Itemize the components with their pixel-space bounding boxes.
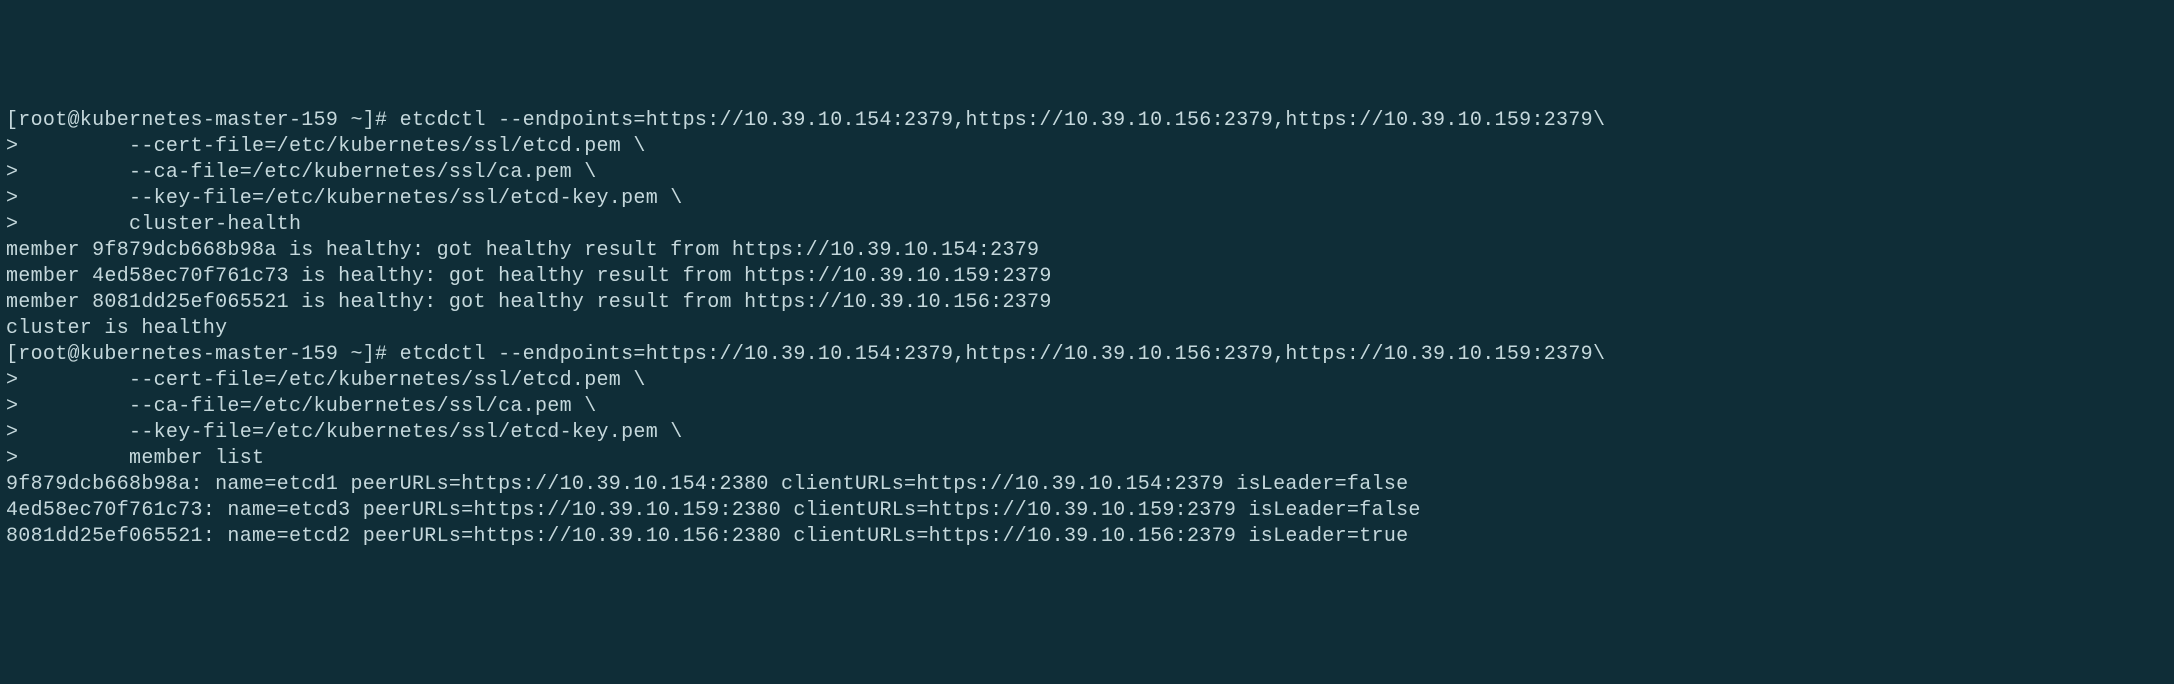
terminal-line-output: 9f879dcb668b98a: name=etcd1 peerURLs=htt…	[6, 472, 2168, 498]
terminal-output[interactable]: [root@kubernetes-master-159 ~]# etcdctl …	[6, 108, 2168, 550]
terminal-line-continuation: > --ca-file=/etc/kubernetes/ssl/ca.pem \	[6, 160, 2168, 186]
terminal-line-continuation: > member list	[6, 446, 2168, 472]
terminal-line-output: member 8081dd25ef065521 is healthy: got …	[6, 290, 2168, 316]
terminal-line-output: 8081dd25ef065521: name=etcd2 peerURLs=ht…	[6, 524, 2168, 550]
terminal-line-continuation: > --cert-file=/etc/kubernetes/ssl/etcd.p…	[6, 368, 2168, 394]
terminal-line-continuation: > cluster-health	[6, 212, 2168, 238]
terminal-line-command-prompt: [root@kubernetes-master-159 ~]# etcdctl …	[6, 108, 2168, 134]
terminal-line-continuation: > --ca-file=/etc/kubernetes/ssl/ca.pem \	[6, 394, 2168, 420]
terminal-line-continuation: > --cert-file=/etc/kubernetes/ssl/etcd.p…	[6, 134, 2168, 160]
terminal-line-output: member 4ed58ec70f761c73 is healthy: got …	[6, 264, 2168, 290]
terminal-line-command-prompt: [root@kubernetes-master-159 ~]# etcdctl …	[6, 342, 2168, 368]
terminal-line-output: 4ed58ec70f761c73: name=etcd3 peerURLs=ht…	[6, 498, 2168, 524]
terminal-line-continuation: > --key-file=/etc/kubernetes/ssl/etcd-ke…	[6, 420, 2168, 446]
terminal-line-output: cluster is healthy	[6, 316, 2168, 342]
terminal-line-continuation: > --key-file=/etc/kubernetes/ssl/etcd-ke…	[6, 186, 2168, 212]
terminal-line-output: member 9f879dcb668b98a is healthy: got h…	[6, 238, 2168, 264]
